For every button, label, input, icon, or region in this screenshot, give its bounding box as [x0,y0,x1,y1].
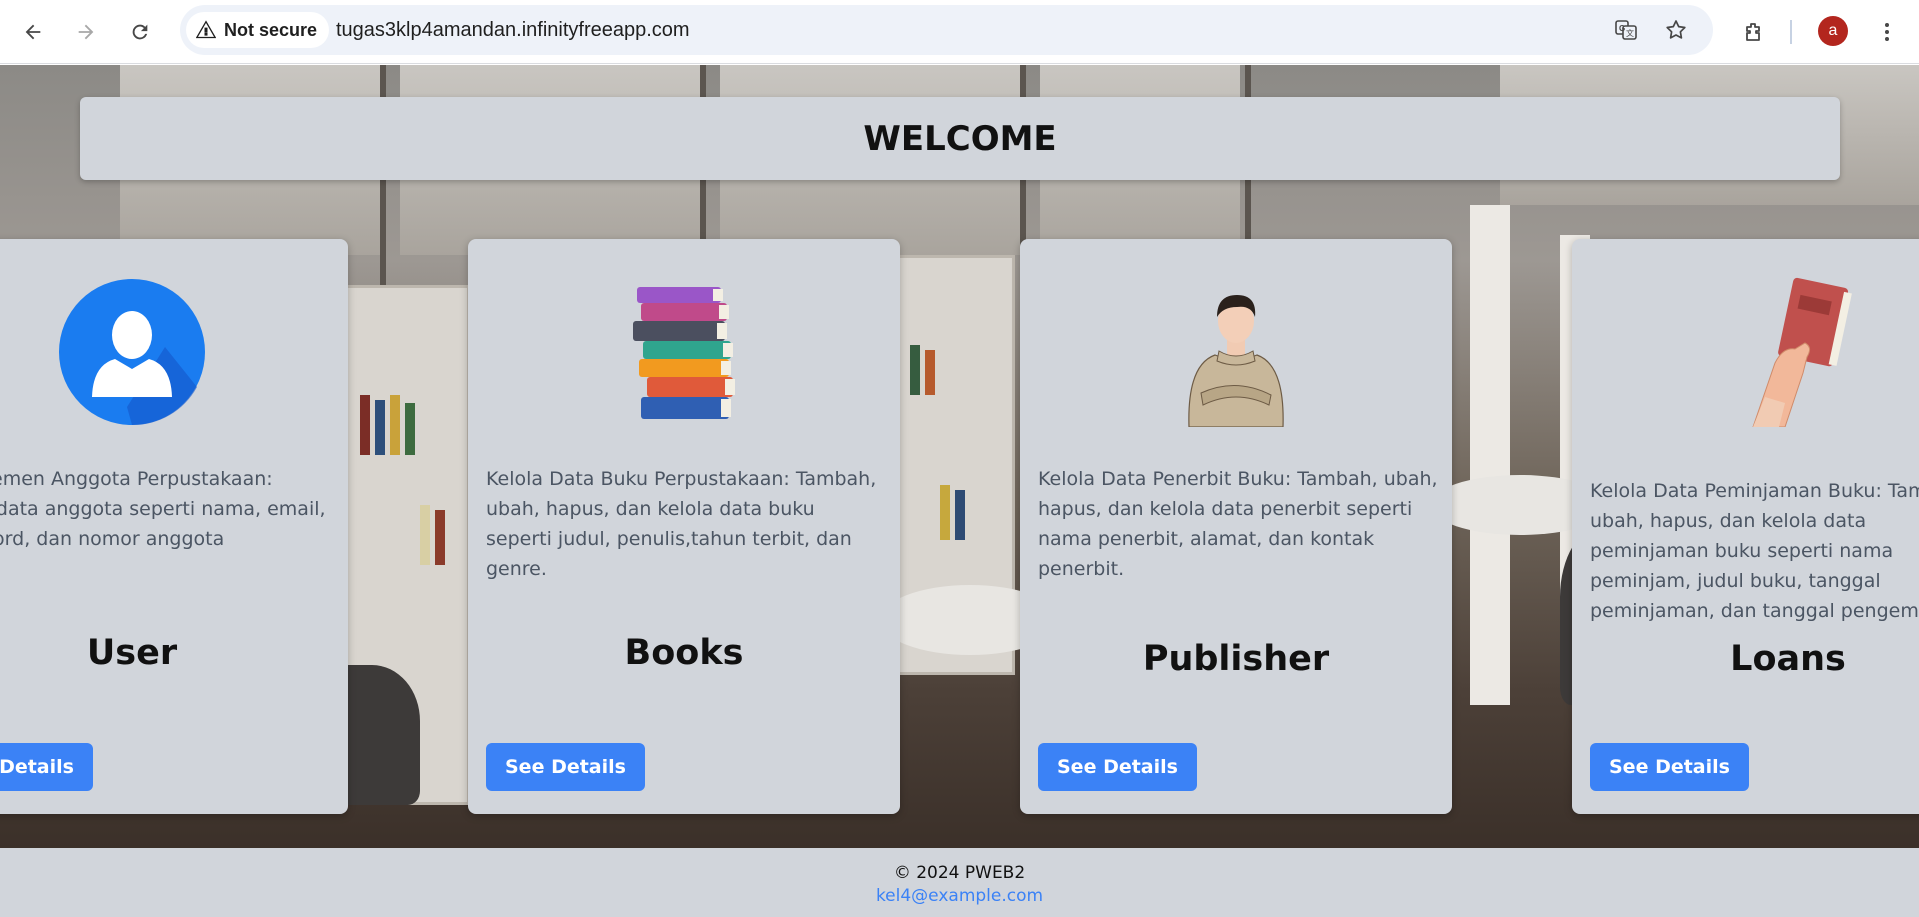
see-details-button[interactable]: See Details [486,743,645,791]
url-text[interactable]: tugas3klp4amandan.infinityfreeapp.com [336,5,690,55]
menu-dots-icon [1885,23,1889,41]
address-bar[interactable]: Not secure tugas3klp4amandan.infinityfre… [180,5,1713,55]
card-title: Books [624,633,744,673]
svg-text:G: G [1619,24,1625,33]
card-publisher: Kelola Data Penerbit Buku: Tambah, ubah,… [1020,239,1452,814]
card-title: Publisher [1142,639,1330,679]
card-description: Kelola Data Peminjaman Buku: Tambah, uba… [1590,480,1919,622]
extensions-icon [1746,23,1760,41]
card-books: Kelola Data Buku Perpustakaan: Tambah, u… [468,239,900,814]
browser-toolbar: Not secure tugas3klp4amandan.infinityfre… [0,0,1919,64]
browser-menu-button[interactable] [1869,14,1905,50]
security-chip[interactable]: Not secure [186,12,330,48]
reload-icon [132,24,148,40]
book-stack-icon [633,287,735,419]
security-label: Not secure [224,19,318,40]
extensions-button[interactable] [1735,14,1771,50]
footer: © 2024 PWEB2 kel4@example.com [0,848,1919,917]
see-details-button[interactable]: See Details [1038,743,1197,791]
card-description: Manajemen Anggota Perpustakaan: kelola d… [0,468,326,550]
bookmark-star-button[interactable] [1660,14,1692,46]
page-viewport: WELCOME Manajemen Anggota Perpustakaan: … [0,65,1919,917]
translate-icon: G文 [1615,20,1637,40]
card-title: User [86,633,178,673]
back-button[interactable] [13,12,53,52]
star-icon [1666,20,1686,39]
publisher-person-icon [1188,295,1284,427]
card-image [1572,277,1919,427]
see-details-button[interactable]: See Details [0,743,93,791]
card-image [468,277,900,427]
see-details-button[interactable]: See Details [1590,743,1749,791]
hand-holding-book-icon [1752,277,1852,427]
card-image [1020,277,1452,427]
footer-copyright: © 2024 PWEB2 [893,863,1026,883]
card-user: Manajemen Anggota Perpustakaan: kelola d… [0,239,348,814]
reload-button[interactable] [120,12,160,52]
card-description: Kelola Data Penerbit Buku: Tambah, ubah,… [1038,468,1438,580]
card-loans: Kelola Data Peminjaman Buku: Tambah, uba… [1572,239,1919,814]
warning-icon [196,20,216,39]
user-avatar-icon [59,279,205,426]
welcome-banner: WELCOME [80,97,1840,180]
toolbar-divider [1790,20,1792,44]
svg-text:文: 文 [1626,28,1634,38]
card-description: Kelola Data Buku Perpustakaan: Tambah, u… [486,468,877,580]
card-image [0,277,348,427]
footer-email-link[interactable]: kel4@example.com [876,885,1043,908]
card-title: Loans [1730,639,1846,679]
forward-arrow-icon [78,24,94,40]
back-arrow-icon [25,24,41,40]
translate-button[interactable]: G文 [1610,14,1642,46]
forward-button[interactable] [66,12,106,52]
profile-avatar[interactable]: a [1818,16,1848,46]
